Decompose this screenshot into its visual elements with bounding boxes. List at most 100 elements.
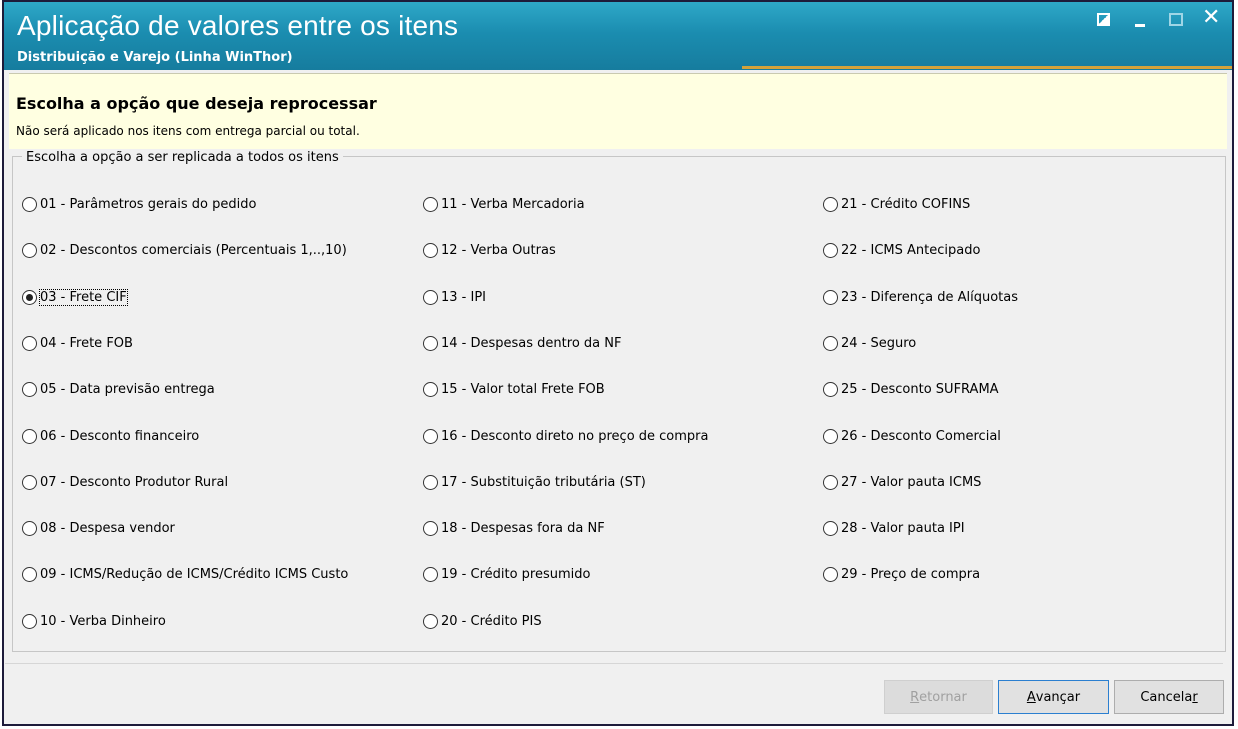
option-01[interactable]: 01 - Parâmetros gerais do pedido xyxy=(22,194,256,214)
back-button[interactable]: Retornar xyxy=(884,680,993,714)
radio-icon[interactable] xyxy=(823,242,838,258)
option-label: 20 - Crédito PIS xyxy=(441,613,542,629)
option-03[interactable]: 03 - Frete CIF xyxy=(22,287,128,307)
option-11[interactable]: 11 - Verba Mercadoria xyxy=(423,194,585,214)
back-button-mnemonic: R xyxy=(910,689,920,705)
radio-icon[interactable] xyxy=(823,196,838,212)
option-23[interactable]: 23 - Diferença de Alíquotas xyxy=(823,287,1018,307)
option-label: 26 - Desconto Comercial xyxy=(841,428,1001,444)
option-05[interactable]: 05 - Data previsão entrega xyxy=(22,379,215,399)
option-13[interactable]: 13 - IPI xyxy=(423,287,486,307)
radio-icon[interactable] xyxy=(823,381,838,397)
next-button-mnemonic: A xyxy=(1026,689,1036,705)
cancel-button-mnemonic: r xyxy=(1192,689,1198,705)
option-label: 15 - Valor total Frete FOB xyxy=(441,381,605,397)
radio-icon[interactable] xyxy=(22,196,37,212)
close-button[interactable]: ✕ xyxy=(1202,5,1224,32)
radio-icon[interactable] xyxy=(423,335,438,351)
radio-icon[interactable] xyxy=(823,566,838,582)
option-label: 24 - Seguro xyxy=(841,335,917,351)
option-label: 18 - Despesas fora da NF xyxy=(441,520,605,536)
option-07[interactable]: 07 - Desconto Produtor Rural xyxy=(22,472,228,492)
minimize-button[interactable] xyxy=(1130,10,1152,32)
radio-icon[interactable] xyxy=(423,196,438,212)
radio-icon[interactable] xyxy=(423,566,438,582)
option-24[interactable]: 24 - Seguro xyxy=(823,333,916,353)
radio-icon[interactable] xyxy=(22,289,37,305)
title-accent-line xyxy=(742,66,1232,69)
option-label: 04 - Frete FOB xyxy=(40,335,133,351)
option-label: 21 - Crédito COFINS xyxy=(841,196,971,212)
option-label: 07 - Desconto Produtor Rural xyxy=(40,474,229,490)
radio-icon[interactable] xyxy=(22,566,37,582)
option-02[interactable]: 02 - Descontos comerciais (Percentuais 1… xyxy=(22,240,347,260)
cancel-button-label: Cancela xyxy=(1140,689,1193,705)
radio-icon[interactable] xyxy=(423,613,438,629)
option-label: 19 - Crédito presumido xyxy=(441,566,591,582)
option-10[interactable]: 10 - Verba Dinheiro xyxy=(22,611,166,631)
option-19[interactable]: 19 - Crédito presumido xyxy=(423,564,590,584)
radio-icon[interactable] xyxy=(423,428,438,444)
radio-icon[interactable] xyxy=(823,428,838,444)
window-title: Aplicação de valores entre os itens xyxy=(17,10,459,41)
option-label: 28 - Valor pauta IPI xyxy=(841,520,965,536)
radio-icon[interactable] xyxy=(22,613,37,629)
option-08[interactable]: 08 - Despesa vendor xyxy=(22,518,175,538)
option-label: 01 - Parâmetros gerais do pedido xyxy=(40,196,257,212)
radio-icon[interactable] xyxy=(423,289,438,305)
option-09[interactable]: 09 - ICMS/Redução de ICMS/Crédito ICMS C… xyxy=(22,564,348,584)
option-label: 17 - Substituição tributária (ST) xyxy=(441,474,646,490)
footer-separator xyxy=(5,663,1223,664)
option-label: 03 - Frete CIF xyxy=(39,288,128,306)
radio-icon[interactable] xyxy=(22,474,37,490)
option-label: 22 - ICMS Antecipado xyxy=(841,242,981,258)
option-label: 13 - IPI xyxy=(441,289,487,305)
radio-icon[interactable] xyxy=(823,289,838,305)
next-button[interactable]: Avançar xyxy=(998,680,1109,714)
radio-icon[interactable] xyxy=(423,520,438,536)
option-12[interactable]: 12 - Verba Outras xyxy=(423,240,556,260)
option-14[interactable]: 14 - Despesas dentro da NF xyxy=(423,333,621,353)
option-28[interactable]: 28 - Valor pauta IPI xyxy=(823,518,965,538)
option-29[interactable]: 29 - Preço de compra xyxy=(823,564,980,584)
restore-icon xyxy=(1097,13,1110,26)
radio-icon[interactable] xyxy=(423,474,438,490)
option-label: 11 - Verba Mercadoria xyxy=(441,196,585,212)
option-25[interactable]: 25 - Desconto SUFRAMA xyxy=(823,379,999,399)
option-22[interactable]: 22 - ICMS Antecipado xyxy=(823,240,980,260)
radio-icon[interactable] xyxy=(22,242,37,258)
option-06[interactable]: 06 - Desconto financeiro xyxy=(22,426,199,446)
radio-icon[interactable] xyxy=(22,428,37,444)
option-label: 29 - Preço de compra xyxy=(841,566,981,582)
instruction-heading: Escolha a opção que deseja reprocessar xyxy=(16,94,377,113)
radio-icon[interactable] xyxy=(22,381,37,397)
close-icon: ✕ xyxy=(1202,5,1221,30)
option-26[interactable]: 26 - Desconto Comercial xyxy=(823,426,1001,446)
option-27[interactable]: 27 - Valor pauta ICMS xyxy=(823,472,981,492)
option-20[interactable]: 20 - Crédito PIS xyxy=(423,611,542,631)
radio-icon[interactable] xyxy=(423,242,438,258)
title-bar[interactable]: Aplicação de valores entre os itens Dist… xyxy=(4,2,1232,70)
radio-icon[interactable] xyxy=(823,520,838,536)
option-16[interactable]: 16 - Desconto direto no preço de compra xyxy=(423,426,708,446)
next-button-label: vançar xyxy=(1035,689,1081,705)
option-21[interactable]: 21 - Crédito COFINS xyxy=(823,194,970,214)
maximize-button[interactable] xyxy=(1166,10,1188,32)
instruction-panel: Escolha a opção que deseja reprocessar N… xyxy=(9,73,1227,149)
option-label: 14 - Despesas dentro da NF xyxy=(441,335,622,351)
radio-icon[interactable] xyxy=(22,520,37,536)
cancel-button[interactable]: Cancela r xyxy=(1114,680,1224,714)
option-15[interactable]: 15 - Valor total Frete FOB xyxy=(423,379,605,399)
radio-icon[interactable] xyxy=(823,335,838,351)
option-04[interactable]: 04 - Frete FOB xyxy=(22,333,133,353)
restore-button[interactable] xyxy=(1094,10,1116,32)
option-label: 10 - Verba Dinheiro xyxy=(40,613,166,629)
radio-icon[interactable] xyxy=(22,335,37,351)
option-label: 27 - Valor pauta ICMS xyxy=(841,474,982,490)
radio-icon[interactable] xyxy=(423,381,438,397)
option-18[interactable]: 18 - Despesas fora da NF xyxy=(423,518,605,538)
option-label: 09 - ICMS/Redução de ICMS/Crédito ICMS C… xyxy=(40,566,349,582)
window-subtitle: Distribuição e Varejo (Linha WinThor) xyxy=(17,50,293,65)
radio-icon[interactable] xyxy=(823,474,838,490)
option-17[interactable]: 17 - Substituição tributária (ST) xyxy=(423,472,646,492)
